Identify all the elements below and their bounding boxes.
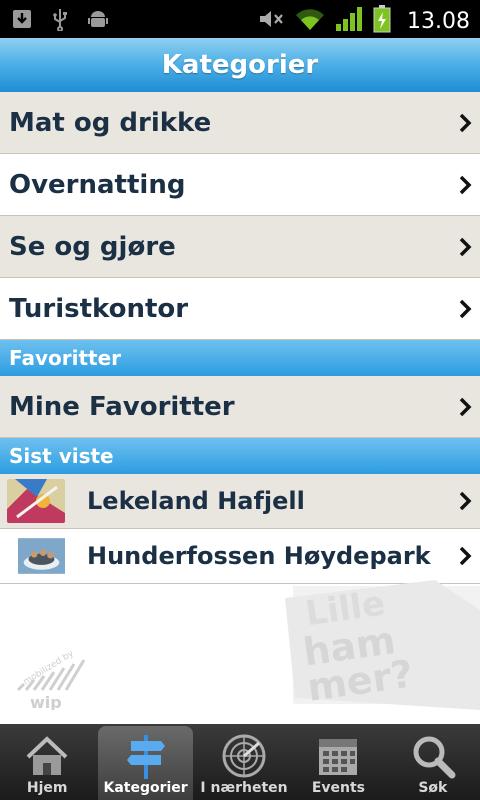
tab-label: Søk (418, 780, 448, 796)
chevron-right-icon (459, 546, 472, 566)
page-title: Kategorier (161, 50, 319, 80)
chevron-right-icon (459, 299, 472, 318)
bottom-tab-bar: Hjem Kategorier I nærheten Events Søk (0, 724, 480, 800)
clock: 13.08 (407, 8, 470, 34)
recent-item-lekeland-hafjell[interactable]: Lekeland Hafjell (0, 474, 480, 529)
title-bar: Kategorier (0, 38, 480, 93)
hunderfossen-thumbnail (18, 538, 65, 574)
category-item-overnatting[interactable]: Overnatting (0, 154, 480, 216)
radar-icon (222, 734, 266, 778)
signpost-icon (126, 735, 165, 779)
category-label: Mat og drikke (9, 107, 212, 138)
favorites-label: Mine Favoritter (9, 391, 235, 422)
recent-item-hunderfossen-hoydepark[interactable]: Hunderfossen Høydepark (0, 529, 480, 584)
search-icon (413, 736, 456, 779)
lekeland-thumbnail (7, 479, 65, 523)
tab-sok[interactable]: Søk (386, 724, 480, 800)
recent-label: Hunderfossen Høydepark (87, 542, 431, 570)
category-item-turistkontor[interactable]: Turistkontor (0, 278, 480, 340)
chevron-right-icon (459, 237, 472, 256)
signal-icon (335, 6, 363, 36)
usb-icon (48, 7, 72, 32)
category-label: Se og gjøre (9, 231, 176, 262)
calendar-icon (319, 739, 358, 775)
tab-label: Events (311, 780, 366, 796)
tab-hjem[interactable]: Hjem (0, 724, 94, 800)
battery-charging-icon (373, 5, 391, 37)
chevron-right-icon (459, 397, 472, 416)
android-debug-icon (86, 7, 110, 31)
status-bar: 13.08 (0, 0, 480, 38)
lillehammer-logo: Lille ham mer? (285, 580, 480, 710)
tab-i-naerheten[interactable]: I nærheten (197, 724, 291, 800)
recent-header: Sist viste (0, 438, 480, 474)
mute-icon (257, 7, 285, 35)
favorites-item-mine-favoritter[interactable]: Mine Favoritter (0, 376, 480, 438)
category-item-mat-og-drikke[interactable]: Mat og drikke (0, 92, 480, 154)
tab-events[interactable]: Events (291, 724, 385, 800)
wip-logo: mobilized by wip (16, 648, 86, 710)
chevron-right-icon (459, 175, 472, 194)
favorites-header: Favoritter (0, 340, 480, 376)
wifi-icon (295, 6, 325, 36)
chevron-right-icon (459, 113, 472, 132)
home-icon (26, 736, 68, 775)
category-item-se-og-gjore[interactable]: Se og gjøre (0, 216, 480, 278)
category-label: Overnatting (9, 169, 186, 200)
recent-label: Lekeland Hafjell (87, 487, 305, 515)
download-icon (10, 7, 34, 31)
tab-label: I nærheten (200, 780, 288, 796)
svg-text:wip: wip (30, 693, 62, 710)
tab-kategorier[interactable]: Kategorier (98, 726, 193, 800)
tab-label: Hjem (26, 780, 68, 796)
tab-label: Kategorier (103, 780, 188, 796)
category-label: Turistkontor (9, 293, 189, 324)
chevron-right-icon (459, 491, 472, 511)
